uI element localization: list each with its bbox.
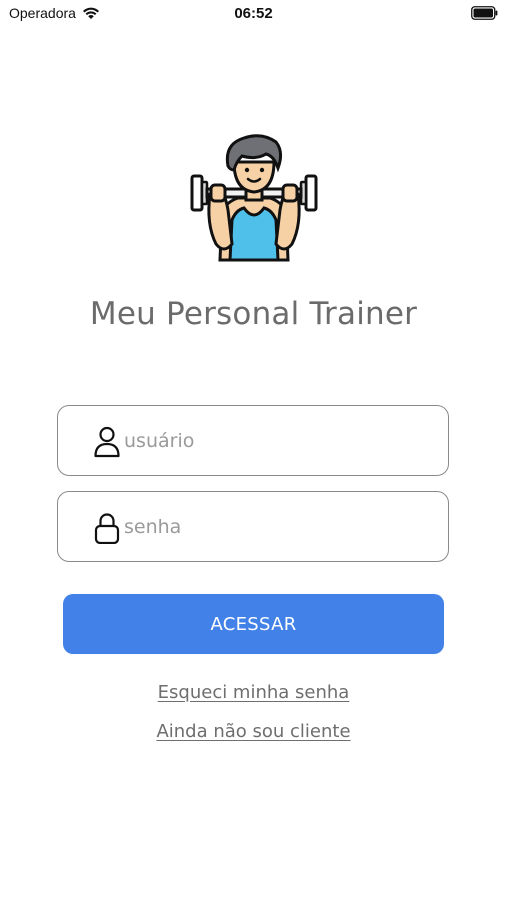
password-input[interactable] <box>124 510 424 544</box>
forgot-password-link[interactable]: Esqueci minha senha <box>158 682 350 703</box>
signup-link[interactable]: Ainda não sou cliente <box>156 721 350 742</box>
signup-link-row: Ainda não sou cliente <box>0 721 507 742</box>
lock-icon <box>94 513 120 544</box>
forgot-password-link-row: Esqueci minha senha <box>0 682 507 703</box>
username-input[interactable] <box>124 424 424 458</box>
user-icon <box>94 426 120 458</box>
username-field[interactable] <box>57 405 449 476</box>
password-field[interactable] <box>57 491 449 562</box>
weightlifter-icon <box>190 134 318 262</box>
page-title: Meu Personal Trainer <box>89 296 418 332</box>
status-time: 06:52 <box>234 5 273 22</box>
battery-icon <box>471 6 498 20</box>
access-button[interactable]: ACESSAR <box>63 594 444 654</box>
status-bar: Operadora 06:52 <box>0 0 507 28</box>
